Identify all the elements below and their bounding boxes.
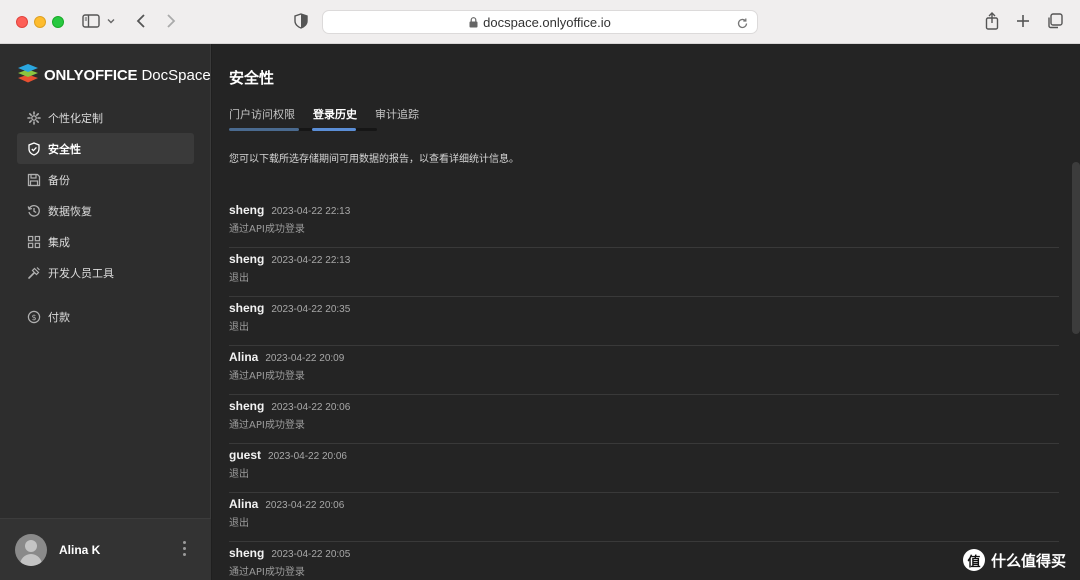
- entry-time: 2023-04-22 20:09: [265, 353, 345, 364]
- entry-user: sheng: [229, 399, 265, 413]
- user-name: Alina K: [59, 542, 101, 557]
- list-item: sheng 2023-04-22 20:05 通过API成功登录: [229, 542, 1059, 580]
- entry-action: 退出: [229, 518, 249, 529]
- sidebar-item-security[interactable]: 安全性: [17, 133, 194, 164]
- sidebar-item-developer-tools[interactable]: 开发人员工具: [17, 257, 194, 288]
- dollar-icon: $: [26, 309, 42, 325]
- onlyoffice-logo[interactable]: ONLYOFFICE DocSpace: [17, 63, 211, 87]
- sidebar-item-restore[interactable]: 数据恢复: [17, 195, 194, 226]
- back-icon[interactable]: [134, 10, 148, 32]
- entry-time: 2023-04-22 20:06: [265, 500, 345, 511]
- browser-toolbar: docspace.onlyoffice.io: [0, 0, 1080, 44]
- list-item: Alina 2023-04-22 20:09 通过API成功登录: [229, 346, 1059, 395]
- tab-login-history[interactable]: 登录历史: [313, 106, 357, 130]
- grid-icon: [26, 234, 42, 250]
- entry-action: 通过API成功登录: [229, 371, 305, 382]
- tab-audit-trail[interactable]: 审计追踪: [375, 106, 419, 130]
- entry-time: 2023-04-22 22:13: [271, 206, 351, 217]
- entry-user: sheng: [229, 301, 265, 315]
- login-history-list: sheng 2023-04-22 22:13 通过API成功登录 sheng 2023-…: [229, 199, 1059, 580]
- list-item: sheng 2023-04-22 20:06 通过API成功登录: [229, 395, 1059, 444]
- page-title: 安全性: [229, 69, 275, 87]
- watermark: 值 什么值得买: [962, 549, 1066, 571]
- entry-action: 通过API成功登录: [229, 567, 305, 578]
- shield-icon: [26, 141, 42, 157]
- sidebar-item-label: 付款: [48, 310, 70, 324]
- entry-action: 退出: [229, 469, 249, 480]
- list-item: sheng 2023-04-22 22:13 通过API成功登录: [229, 199, 1059, 248]
- entry-action: 退出: [229, 322, 249, 333]
- entry-user: Alina: [229, 350, 259, 364]
- entry-action: 通过API成功登录: [229, 420, 305, 431]
- watermark-text: 什么值得买: [990, 551, 1066, 570]
- sidebar-item-backup[interactable]: 备份: [17, 164, 194, 195]
- gear-icon: [26, 110, 42, 126]
- main-content: 安全性 门户访问权限 登录历史 审计追踪 您可以下载所选存储期间可用数据的报告，…: [212, 44, 1080, 580]
- tools-icon: [26, 265, 42, 281]
- sidebar-item-label: 安全性: [48, 142, 81, 156]
- entry-user: sheng: [229, 546, 265, 560]
- sidebar-item-integration[interactable]: 集成: [17, 226, 194, 257]
- sidebar-item-label: 个性化定制: [48, 111, 103, 125]
- watermark-badge: 值: [962, 549, 985, 571]
- tab-portal-access[interactable]: 门户访问权限: [229, 106, 295, 130]
- forward-icon[interactable]: [164, 10, 178, 32]
- sidebar-toggle-icon[interactable]: [82, 10, 100, 32]
- description-text: 您可以下载所选存储期间可用数据的报告，以查看详细统计信息。: [229, 154, 519, 165]
- entry-action: 退出: [229, 273, 249, 284]
- list-item: guest 2023-04-22 20:06 退出: [229, 444, 1059, 493]
- list-item: sheng 2023-04-22 22:13 退出: [229, 248, 1059, 297]
- entry-user: sheng: [229, 203, 265, 217]
- sidebar: ONLYOFFICE DocSpace 个性化定制 安全性 备份 数据恢复 集成…: [0, 44, 211, 580]
- tab-overview-icon[interactable]: [1047, 10, 1063, 32]
- avatar[interactable]: [15, 533, 47, 566]
- save-icon: [26, 172, 42, 188]
- privacy-shield-icon[interactable]: [294, 10, 308, 32]
- more-options-icon[interactable]: [183, 541, 186, 556]
- chevron-down-icon[interactable]: [106, 10, 116, 32]
- entry-user: Alina: [229, 497, 259, 511]
- restore-icon: [26, 203, 42, 219]
- minimize-window-button[interactable]: [34, 16, 46, 28]
- scrollbar[interactable]: [1072, 162, 1080, 334]
- entry-user: guest: [229, 448, 262, 462]
- close-window-button[interactable]: [16, 16, 28, 28]
- user-profile-bar[interactable]: Alina K: [0, 518, 211, 580]
- entry-action: 通过API成功登录: [229, 224, 305, 235]
- sidebar-item-payments[interactable]: $ 付款: [17, 301, 194, 332]
- entry-time: 2023-04-22 20:05: [271, 549, 351, 560]
- list-item: sheng 2023-04-22 20:35 退出: [229, 297, 1059, 346]
- entry-time: 2023-04-22 22:13: [271, 255, 351, 266]
- sidebar-item-customization[interactable]: 个性化定制: [17, 102, 194, 133]
- lock-icon: [469, 13, 478, 32]
- svg-text:$: $: [31, 312, 36, 321]
- share-icon[interactable]: [985, 10, 999, 32]
- new-tab-icon[interactable]: [1016, 10, 1030, 32]
- sidebar-item-label: 数据恢复: [48, 204, 92, 218]
- entry-time: 2023-04-22 20:06: [271, 402, 351, 413]
- onlyoffice-logo-icon: [17, 63, 39, 87]
- address-bar[interactable]: docspace.onlyoffice.io: [322, 10, 758, 34]
- sidebar-item-label: 开发人员工具: [48, 266, 114, 280]
- sidebar-item-label: 备份: [48, 173, 70, 187]
- entry-time: 2023-04-22 20:35: [271, 304, 351, 315]
- security-tabs: 门户访问权限 登录历史 审计追踪: [229, 106, 437, 130]
- list-item: Alina 2023-04-22 20:06 退出: [229, 493, 1059, 542]
- logo-text: ONLYOFFICE DocSpace: [44, 66, 211, 84]
- entry-user: sheng: [229, 252, 265, 266]
- settings-nav: 个性化定制 安全性 备份 数据恢复 集成 开发人员工具 $ 付款: [17, 102, 194, 332]
- entry-time: 2023-04-22 20:06: [268, 451, 347, 462]
- zoom-window-button[interactable]: [52, 16, 64, 28]
- reload-icon[interactable]: [736, 15, 749, 34]
- sidebar-item-label: 集成: [48, 235, 70, 249]
- url-text: docspace.onlyoffice.io: [483, 14, 611, 30]
